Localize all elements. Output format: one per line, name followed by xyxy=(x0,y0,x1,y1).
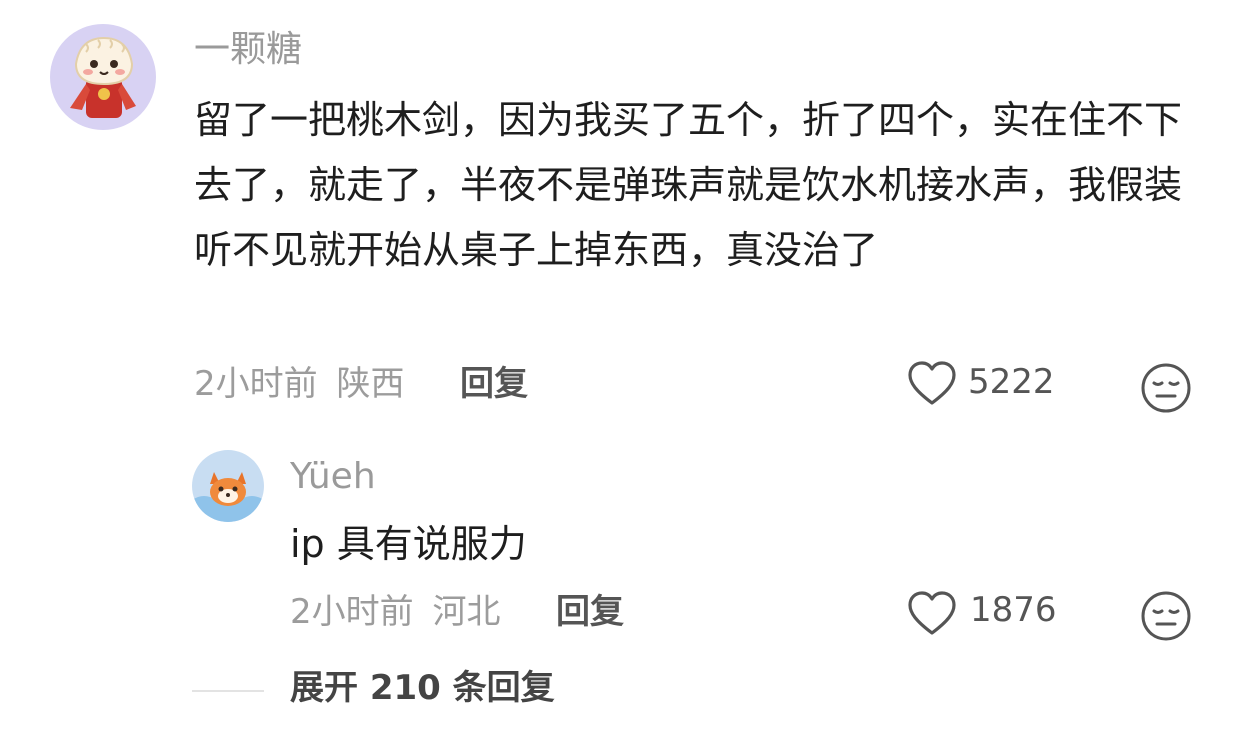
reply-location: 河北 xyxy=(432,592,501,632)
fox-mascot-icon xyxy=(192,472,264,522)
neutral-face-icon xyxy=(1141,591,1191,641)
reply-meta: 2小时前 河北 xyxy=(290,592,500,632)
dislike-button[interactable] xyxy=(1140,362,1192,414)
heart-outline-icon xyxy=(908,591,956,635)
neutral-face-icon xyxy=(1141,363,1191,413)
dumpling-mascot-icon xyxy=(70,36,136,118)
reply-button[interactable]: 回复 xyxy=(460,364,528,404)
reply-avatar[interactable] xyxy=(192,450,264,522)
reply-text: ip 具有说服力 xyxy=(290,522,527,566)
avatar[interactable] xyxy=(50,24,156,130)
reply-dislike-button[interactable] xyxy=(1140,590,1192,642)
heart-outline-icon xyxy=(908,361,956,405)
expand-divider xyxy=(192,690,264,692)
reply-like-count: 1876 xyxy=(970,590,1057,630)
reply-time: 2小时前 xyxy=(290,592,414,632)
reply-username[interactable]: Yüeh xyxy=(290,457,376,497)
comment-time: 2小时前 xyxy=(194,364,318,404)
expand-replies-button[interactable]: 展开 210 条回复 xyxy=(290,668,555,708)
comment-location: 陕西 xyxy=(336,364,405,404)
like-button[interactable] xyxy=(906,358,958,410)
reply-like-button[interactable] xyxy=(906,588,958,640)
comment-text: 留了一把桃木剑，因为我买了五个，折了四个，实在住不下去了，就走了，半夜不是弹珠声… xyxy=(194,98,1183,272)
like-count: 5222 xyxy=(968,362,1055,402)
username[interactable]: 一颗糖 xyxy=(194,30,302,70)
reply-reply-button[interactable]: 回复 xyxy=(556,592,624,632)
comment-meta: 2小时前 陕西 xyxy=(194,364,404,404)
